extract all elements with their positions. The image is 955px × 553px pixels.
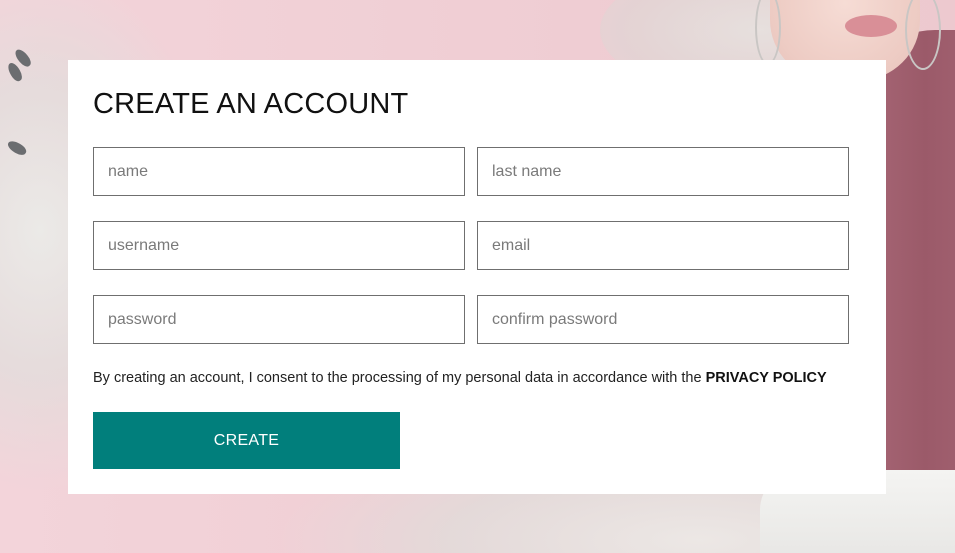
username-field-wrapper <box>93 221 465 270</box>
consent-statement: By creating an account, I consent to the… <box>93 370 706 386</box>
email-field-wrapper <box>477 221 849 270</box>
password-field-wrapper <box>93 295 465 344</box>
name-field-wrapper <box>93 147 465 196</box>
last-name-field-wrapper <box>477 147 849 196</box>
consent-text: By creating an account, I consent to the… <box>93 368 827 388</box>
last-name-input[interactable] <box>478 148 848 195</box>
privacy-policy-link[interactable]: PRIVACY POLICY <box>706 370 827 386</box>
password-input[interactable] <box>94 296 464 343</box>
create-account-card: CREATE AN ACCOUNT By creating an account… <box>68 60 886 494</box>
fingernail <box>5 138 29 158</box>
form-title: CREATE AN ACCOUNT <box>93 88 409 120</box>
create-button[interactable]: CREATE <box>93 412 400 469</box>
email-input[interactable] <box>478 222 848 269</box>
confirm-password-input[interactable] <box>478 296 848 343</box>
confirm-password-field-wrapper <box>477 295 849 344</box>
username-input[interactable] <box>94 222 464 269</box>
name-input[interactable] <box>94 148 464 195</box>
model-lips <box>845 15 897 37</box>
